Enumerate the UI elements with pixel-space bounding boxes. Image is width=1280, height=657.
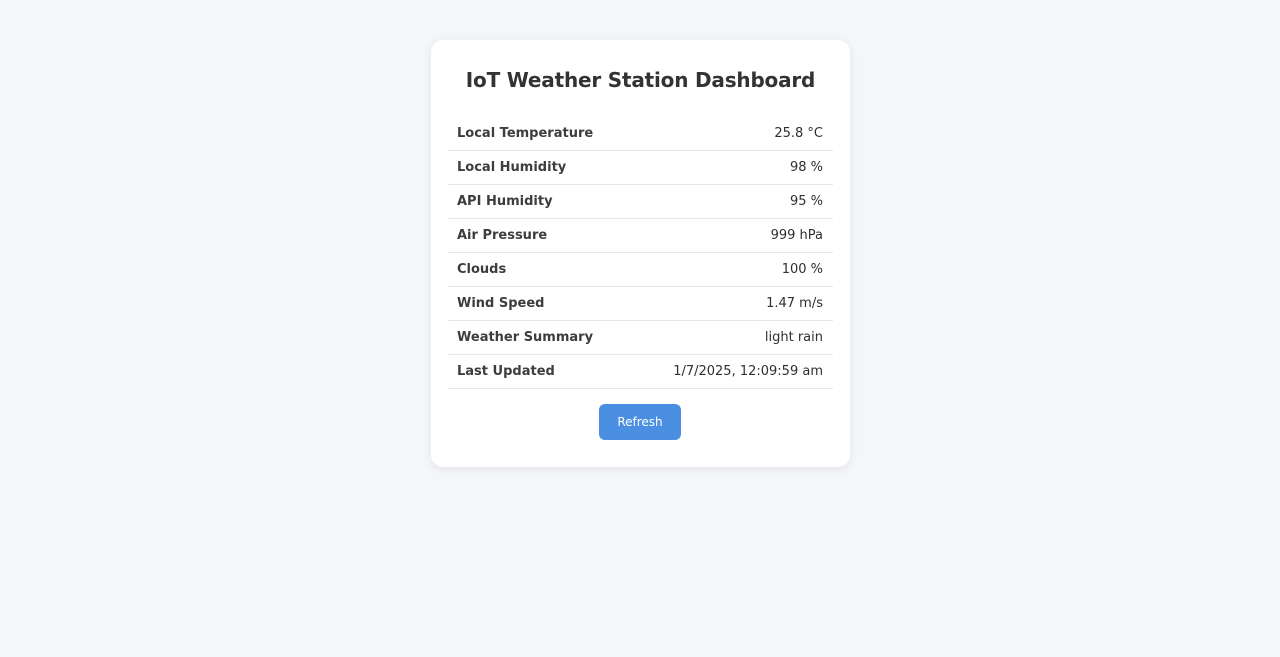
table-row-clouds: Clouds 100 % — [448, 253, 833, 287]
row-label: Last Updated — [457, 364, 555, 379]
row-label: Wind Speed — [457, 296, 545, 311]
row-label: Air Pressure — [457, 228, 548, 243]
row-value: 1.47 m/s — [766, 296, 823, 311]
row-label: Weather Summary — [457, 330, 594, 345]
page-title: IoT Weather Station Dashboard — [465, 68, 816, 92]
table-row-wind-speed: Wind Speed 1.47 m/s — [448, 287, 833, 321]
table-row-local-temperature: Local Temperature 25.8 °C — [448, 117, 833, 151]
row-label: Local Humidity — [457, 160, 567, 175]
row-value: 999 hPa — [770, 228, 823, 243]
table-row-weather-summary: Weather Summary light rain — [448, 321, 833, 355]
table-row-local-humidity: Local Humidity 98 % — [448, 151, 833, 185]
row-value: 100 % — [781, 262, 823, 277]
row-label: API Humidity — [457, 194, 553, 209]
row-value: 1/7/2025, 12:09:59 am — [673, 364, 823, 379]
row-value: 25.8 °C — [774, 126, 823, 141]
table-row-last-updated: Last Updated 1/7/2025, 12:09:59 am — [448, 355, 833, 389]
table-row-air-pressure: Air Pressure 999 hPa — [448, 219, 833, 253]
readings-table: Local Temperature 25.8 °C Local Humidity… — [448, 117, 833, 389]
row-label: Clouds — [457, 262, 507, 277]
row-value: light rain — [764, 330, 823, 345]
dashboard-card: IoT Weather Station Dashboard Local Temp… — [431, 40, 850, 467]
row-value: 95 % — [789, 194, 823, 209]
refresh-button[interactable]: Refresh — [599, 404, 681, 440]
row-value: 98 % — [789, 160, 823, 175]
table-row-api-humidity: API Humidity 95 % — [448, 185, 833, 219]
row-label: Local Temperature — [457, 126, 594, 141]
